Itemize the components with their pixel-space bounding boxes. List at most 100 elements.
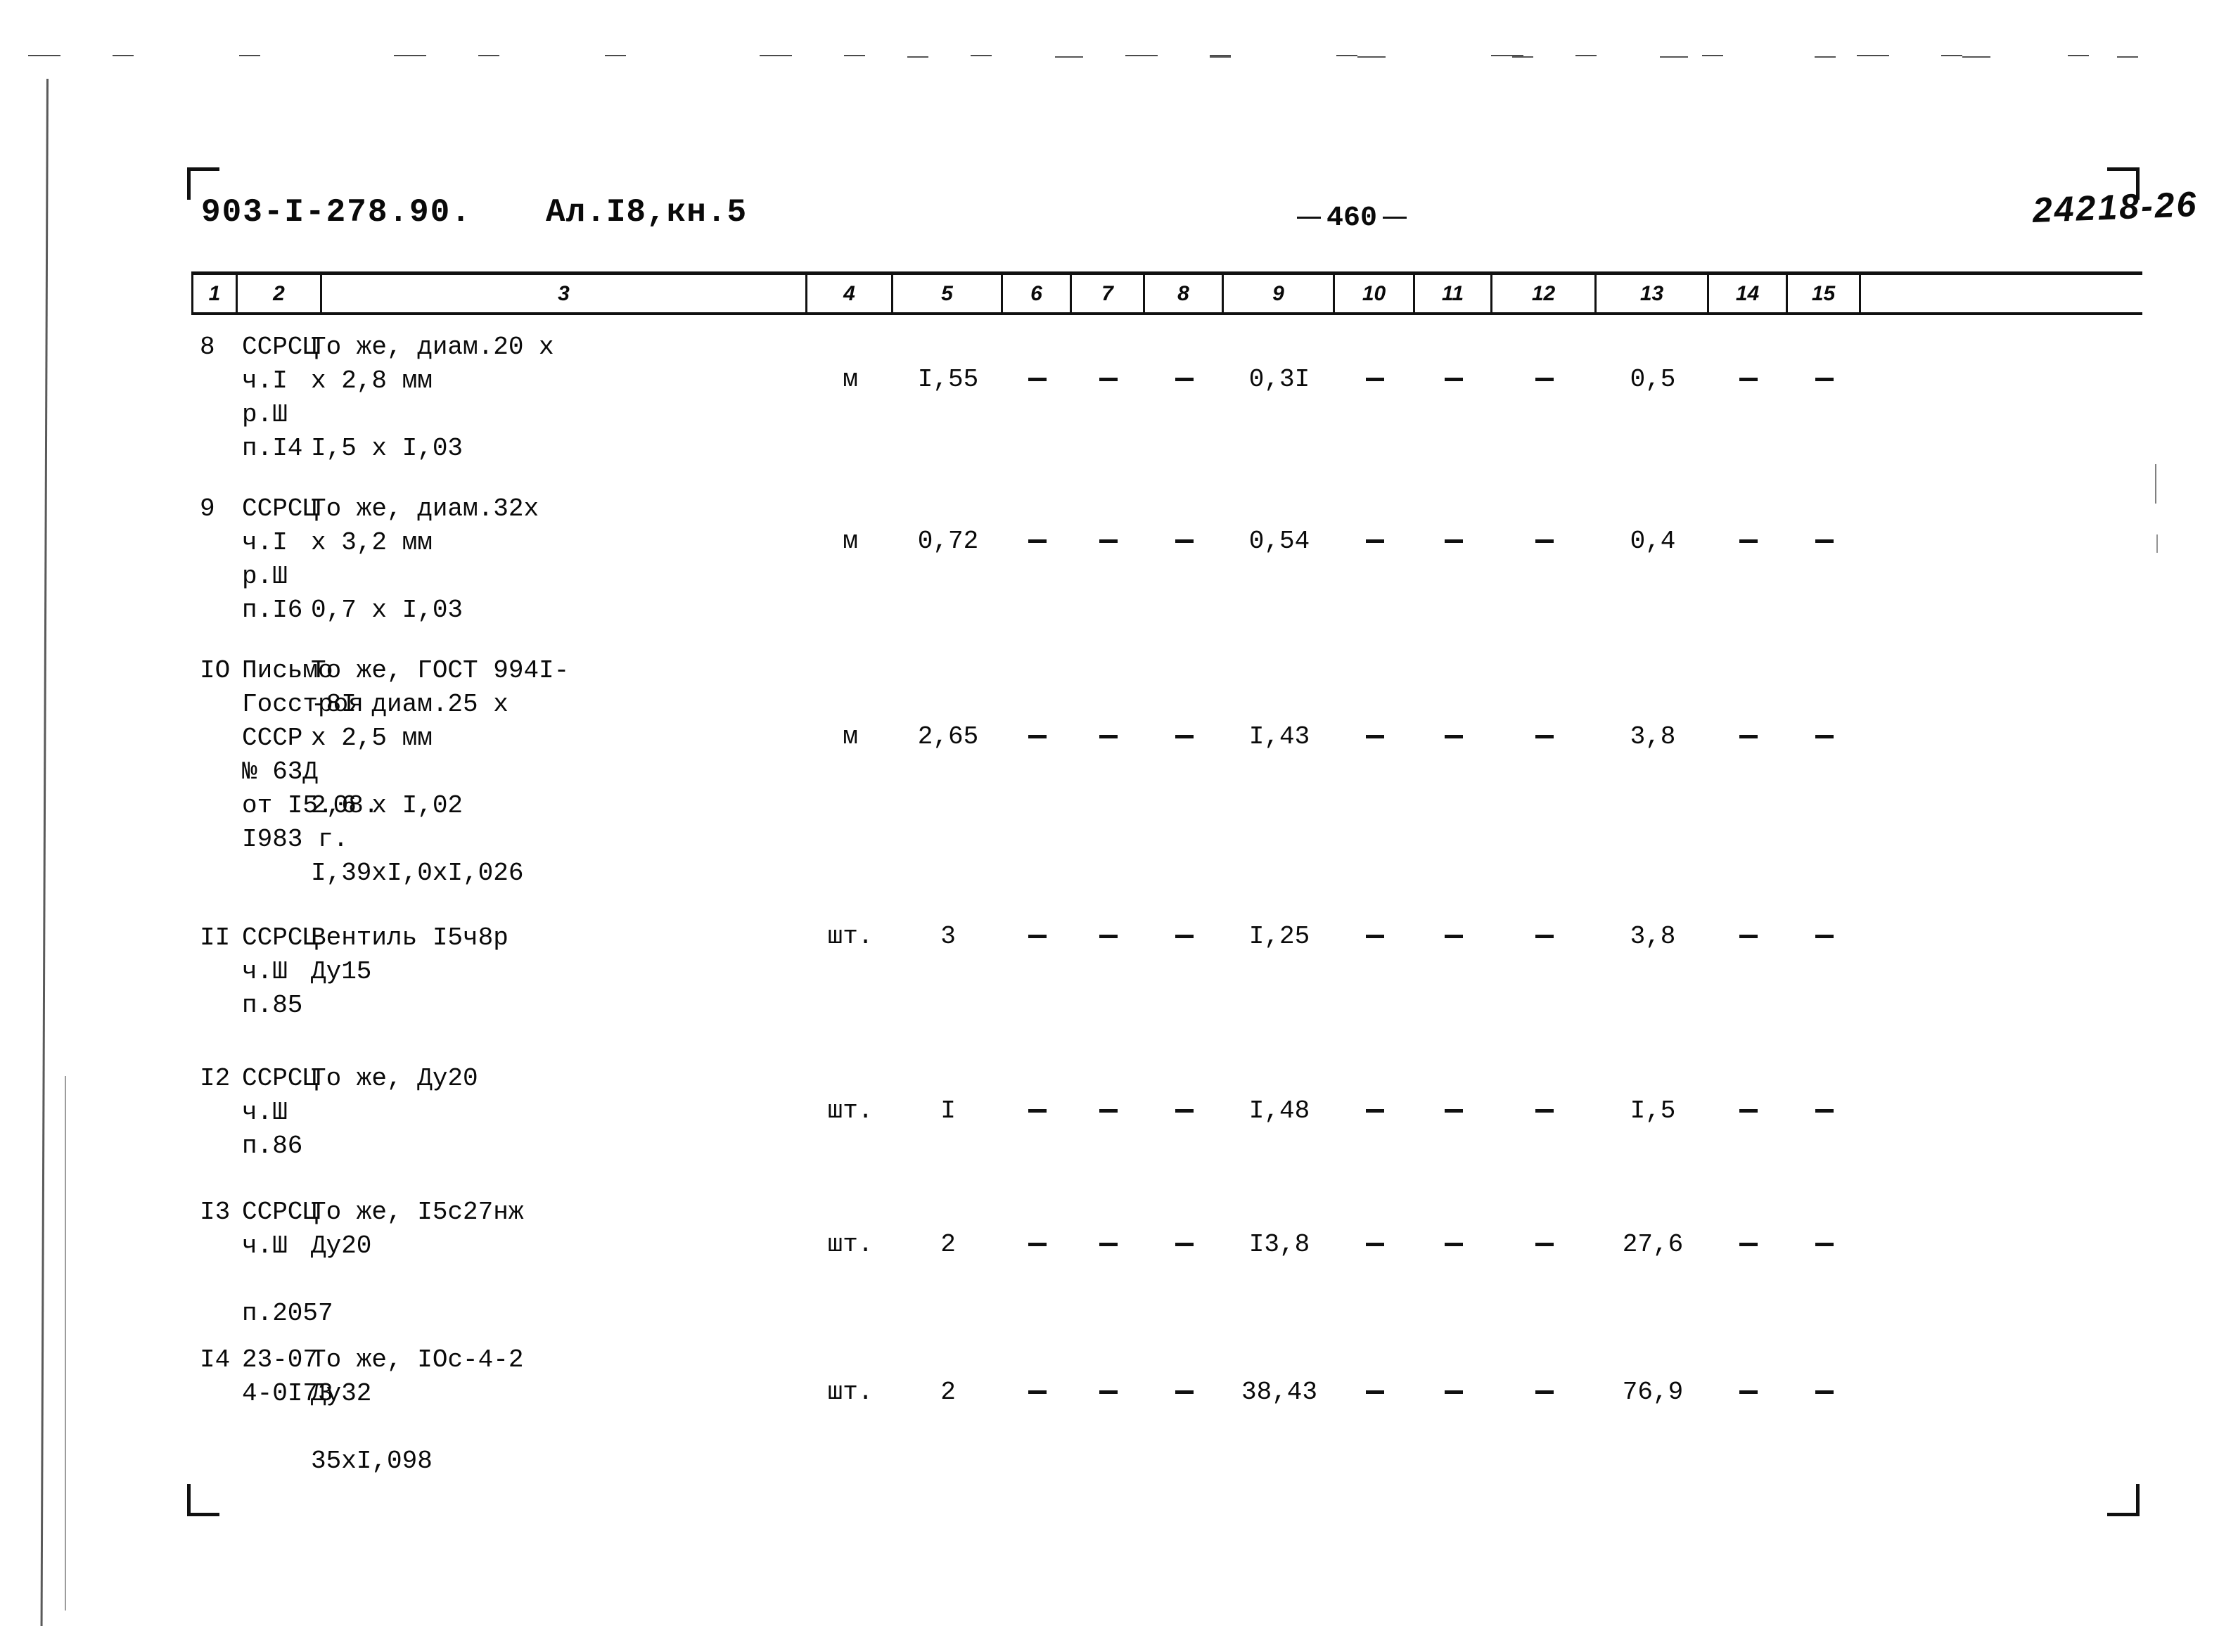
row-col8 <box>1145 921 1224 952</box>
row-source-reference: ССРСЦ ч.Ш п.85 <box>242 923 319 1020</box>
row-col10 <box>1335 1096 1415 1127</box>
row-col15 <box>1788 364 1861 395</box>
row-unit: шт. <box>827 1230 874 1259</box>
row-col11 <box>1415 1096 1492 1127</box>
row-col12 <box>1492 722 1597 753</box>
row-col15 <box>1788 1096 1861 1127</box>
row-col12 <box>1492 1229 1597 1260</box>
row-quantity: 2,65 <box>917 722 979 751</box>
column-header-10: 10 <box>1335 275 1415 312</box>
row-col14 <box>1709 1096 1788 1127</box>
row-col11 <box>1415 921 1492 952</box>
row-col13: 3,8 <box>1630 922 1676 951</box>
row-col7 <box>1072 364 1145 395</box>
column-header-9: 9 <box>1224 275 1335 312</box>
row-description: То же, IОс-4-2 Ду32 35хI,098 <box>311 1345 524 1475</box>
row-col14 <box>1709 1229 1788 1260</box>
row-col9: 0,54 <box>1248 527 1310 556</box>
row-col11 <box>1415 364 1492 395</box>
row-col9: I,25 <box>1248 922 1310 951</box>
column-header-5: 5 <box>893 275 1003 312</box>
row-col6 <box>1003 921 1072 952</box>
row-col10 <box>1335 526 1415 557</box>
scan-edge-top-dashes-2 <box>907 56 2173 58</box>
row-item-number: II <box>200 923 231 952</box>
row-item-number: I2 <box>200 1064 231 1093</box>
scan-edge-left-lower <box>65 1076 66 1611</box>
row-col8 <box>1145 1096 1224 1127</box>
row-item-number: I3 <box>200 1198 231 1227</box>
row-source-reference: ССРСЦ ч.I р.Ш п.I6 <box>242 494 319 625</box>
row-col11 <box>1415 526 1492 557</box>
column-header-7: 7 <box>1072 275 1145 312</box>
row-col8 <box>1145 364 1224 395</box>
row-col8 <box>1145 1229 1224 1260</box>
row-col10 <box>1335 722 1415 753</box>
row-quantity: 0,72 <box>917 527 979 556</box>
row-col13: 3,8 <box>1630 722 1676 751</box>
column-header-15: 15 <box>1788 275 1861 312</box>
row-col12 <box>1492 526 1597 557</box>
row-col9: I,48 <box>1248 1096 1310 1125</box>
row-description: То же, ГОСТ 994I- -8I диам.25 х х 2,5 мм… <box>311 656 570 888</box>
row-item-number: 9 <box>200 494 215 523</box>
row-col7 <box>1072 1096 1145 1127</box>
album-reference: Ал.I8,кн.5 <box>546 194 748 231</box>
row-col10 <box>1335 364 1415 395</box>
row-col6 <box>1003 1096 1072 1127</box>
page-number: 460 <box>1291 203 1412 234</box>
column-header-1: 1 <box>191 275 238 312</box>
row-unit: шт. <box>827 922 874 951</box>
row-col11 <box>1415 1229 1492 1260</box>
column-header-11: 11 <box>1415 275 1492 312</box>
column-header-12: 12 <box>1492 275 1597 312</box>
row-col15 <box>1788 526 1861 557</box>
row-col6 <box>1003 364 1072 395</box>
column-header-8: 8 <box>1145 275 1224 312</box>
row-col9: I,43 <box>1248 722 1310 751</box>
row-col15 <box>1788 1377 1861 1408</box>
row-item-number: I4 <box>200 1345 231 1374</box>
row-description: То же, диам.20 х х 2,8 мм I,5 х I,03 <box>311 333 554 463</box>
row-col13: 27,6 <box>1622 1230 1684 1259</box>
column-number-ruler: 1 2 3 4 5 6 7 8 9 10 11 12 13 14 15 <box>191 271 2142 315</box>
table-row: 8 ССРСЦ ч.I р.Ш п.I4 То же, диам.20 х х 2,… <box>191 331 2154 492</box>
row-col10 <box>1335 921 1415 952</box>
scan-edge-right-tick-2 <box>2156 534 2158 553</box>
row-quantity: I <box>940 1096 956 1125</box>
row-col7 <box>1072 921 1145 952</box>
row-col7 <box>1072 1377 1145 1408</box>
row-col8 <box>1145 1377 1224 1408</box>
row-col12 <box>1492 921 1597 952</box>
document-code: 903-I-278.90. <box>201 194 472 231</box>
row-unit: шт. <box>827 1096 874 1125</box>
row-unit: м <box>843 527 858 556</box>
row-description: Вентиль I5ч8р Ду15 <box>311 923 509 986</box>
table-row: 9 ССРСЦ ч.I р.Ш п.I6 То же, диам.32х х 3,2… <box>191 492 2154 654</box>
row-col11 <box>1415 722 1492 753</box>
row-col14 <box>1709 722 1788 753</box>
row-quantity: 2 <box>940 1230 956 1259</box>
row-col14 <box>1709 526 1788 557</box>
table-row: I4 23-07 4-0I73 То же, IОс-4-2 Ду32 35хI,0… <box>191 1343 2154 1505</box>
row-col13: 76,9 <box>1622 1378 1684 1407</box>
row-item-number: 8 <box>200 333 215 361</box>
row-col7 <box>1072 722 1145 753</box>
scan-edge-left <box>40 79 49 1626</box>
archive-stamp: 24218-26 <box>2031 184 2199 230</box>
column-header-6: 6 <box>1003 275 1072 312</box>
row-quantity: 3 <box>940 922 956 951</box>
table-row: II ССРСЦ ч.Ш п.85 Вентиль I5ч8р Ду15 шт. 3 I,… <box>191 921 2154 1083</box>
row-col9: I3,8 <box>1248 1230 1310 1259</box>
row-description: То же, Ду20 <box>311 1064 478 1093</box>
column-header-2: 2 <box>238 275 322 312</box>
row-col12 <box>1492 1377 1597 1408</box>
row-col7 <box>1072 526 1145 557</box>
page-number-value: 460 <box>1326 203 1378 234</box>
row-col13: 0,5 <box>1630 365 1676 394</box>
column-header-13: 13 <box>1597 275 1709 312</box>
row-col6 <box>1003 1377 1072 1408</box>
row-col13: 0,4 <box>1630 527 1676 556</box>
row-col7 <box>1072 1229 1145 1260</box>
row-col12 <box>1492 1096 1597 1127</box>
